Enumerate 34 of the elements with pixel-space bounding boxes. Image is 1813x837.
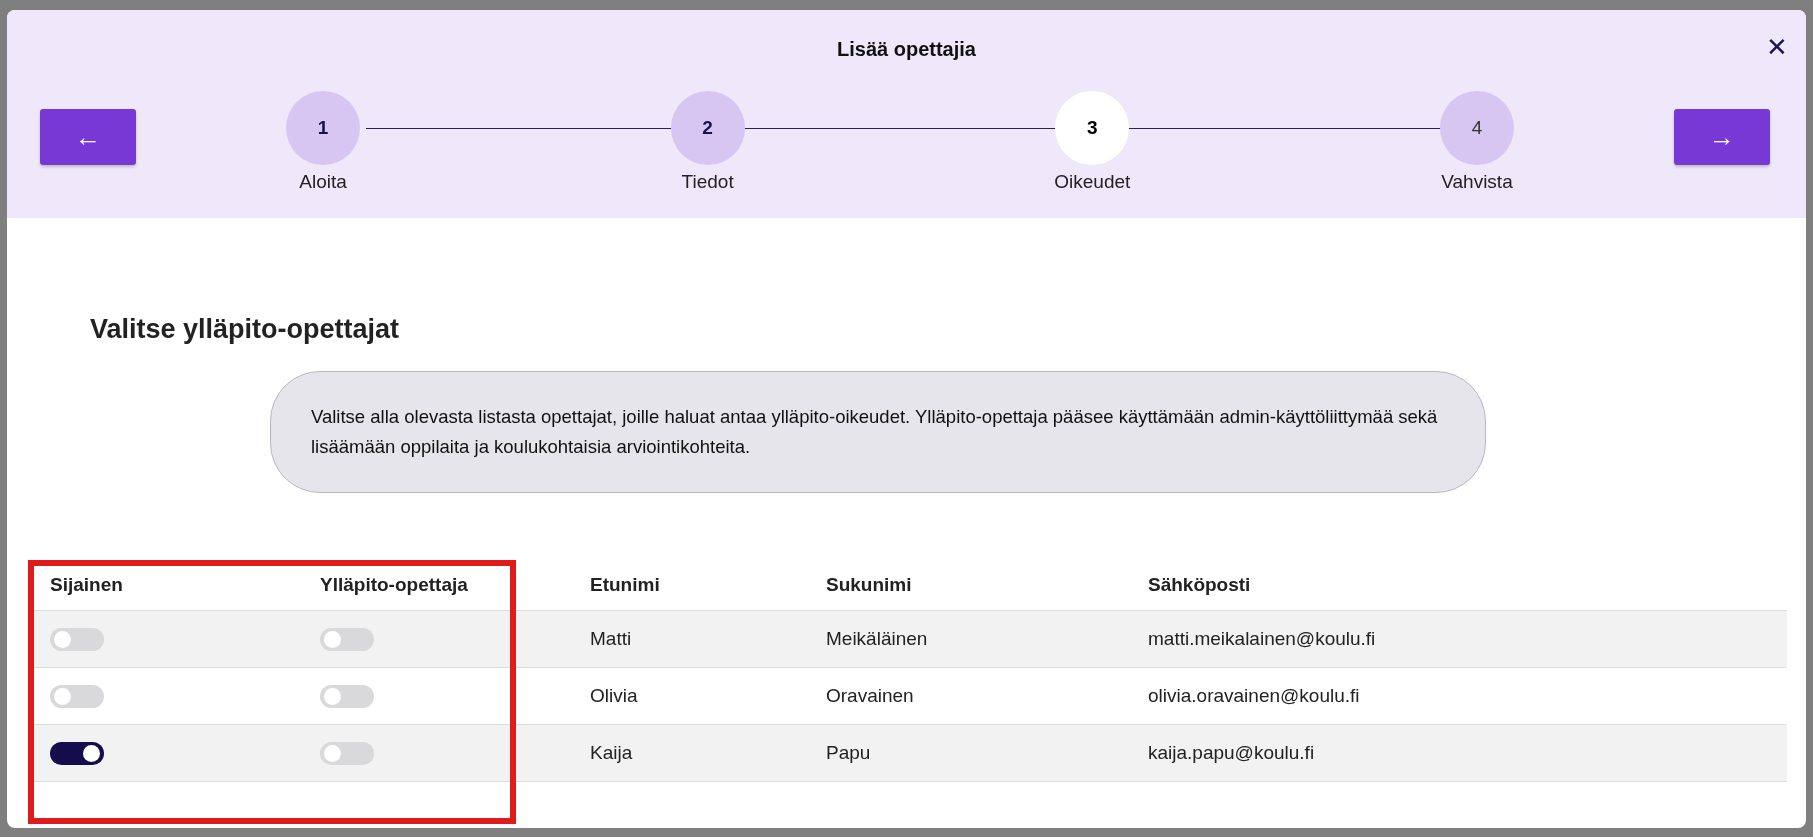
table-cell: kaija.papu@koulu.fi bbox=[1148, 742, 1315, 763]
step-number[interactable]: 2 bbox=[670, 91, 745, 165]
column-header: Sähköposti bbox=[1132, 560, 1787, 611]
column-header: Ylläpito-opettaja bbox=[304, 560, 574, 611]
step-number[interactable]: 4 bbox=[1439, 91, 1514, 165]
info-text: Valitse alla olevasta listasta opettajat, joille haluat antaa ylläpito-oikeudet. Ylläpito-opettaja pääsee käyttämään admin-käyttöliittymää sekä lisäämään oppilaita ja koulukohtaisia arviointikohteita. bbox=[270, 371, 1486, 493]
table-cell: Oravainen bbox=[826, 685, 914, 706]
back-button[interactable]: ← bbox=[40, 109, 136, 165]
column-header: Sijainen bbox=[34, 560, 304, 611]
table-cell: matti.meikalainen@koulu.fi bbox=[1148, 628, 1376, 649]
toggle-switch[interactable] bbox=[320, 741, 374, 765]
step-label: Oikeudet bbox=[1054, 171, 1131, 193]
step-label: Aloita bbox=[299, 171, 347, 193]
column-header: Sukunimi bbox=[810, 560, 1132, 611]
step-number[interactable]: 1 bbox=[286, 91, 360, 165]
close-button[interactable]: ✕ bbox=[1762, 32, 1792, 63]
step-number[interactable]: 3 bbox=[1055, 91, 1130, 165]
table-cell: Kaija bbox=[590, 742, 633, 763]
toggle-switch[interactable] bbox=[320, 627, 374, 651]
toggle-switch[interactable] bbox=[50, 627, 104, 651]
step-label: Vahvista bbox=[1441, 171, 1513, 193]
section-heading: Valitse ylläpito-opettajat bbox=[89, 313, 401, 345]
table-cell: Meikäläinen bbox=[826, 628, 928, 649]
table-cell: Papu bbox=[826, 742, 871, 763]
toggle-switch[interactable] bbox=[50, 741, 104, 765]
column-header: Etunimi bbox=[574, 560, 810, 611]
table-cell: Matti bbox=[590, 628, 632, 649]
table-cell: Olivia bbox=[590, 685, 638, 706]
step-label: Tiedot bbox=[681, 171, 734, 193]
toggle-switch[interactable] bbox=[50, 684, 104, 708]
dialog-title: Lisää opettajia bbox=[837, 38, 976, 61]
next-button[interactable]: → bbox=[1674, 109, 1770, 165]
table-cell: olivia.oravainen@koulu.fi bbox=[1148, 685, 1360, 706]
toggle-switch[interactable] bbox=[320, 684, 374, 708]
